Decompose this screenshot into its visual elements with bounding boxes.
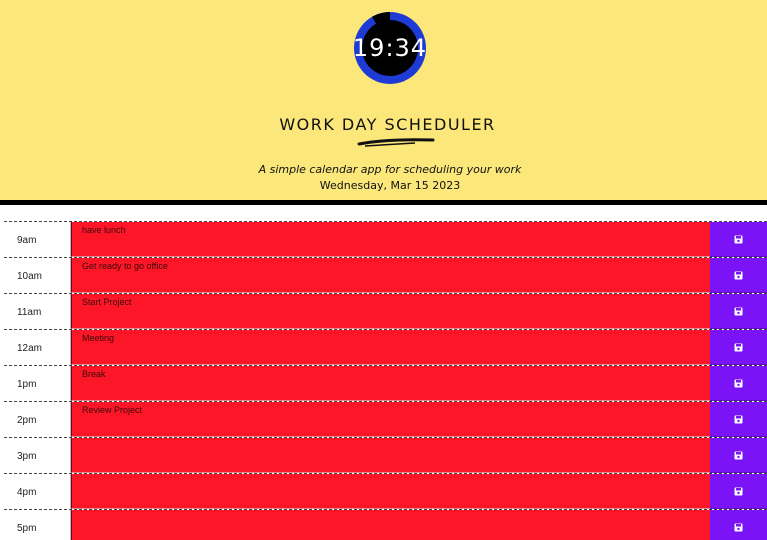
floppy-disk-icon bbox=[734, 343, 743, 351]
save-button[interactable] bbox=[710, 366, 767, 401]
hour-label: 4pm bbox=[4, 474, 71, 509]
floppy-disk-icon bbox=[734, 235, 743, 243]
scheduler: 9am have lunch 10am Get ready to go offi… bbox=[4, 221, 767, 540]
current-date: Wednesday, Mar 15 2023 bbox=[319, 179, 461, 192]
floppy-disk-icon bbox=[734, 415, 743, 423]
time-block: 12am Meeting bbox=[4, 329, 767, 365]
event-input[interactable] bbox=[71, 510, 710, 540]
time-block: 4pm bbox=[4, 473, 767, 509]
event-input[interactable]: Break bbox=[71, 366, 710, 401]
floppy-disk-icon bbox=[734, 451, 743, 459]
time-block: 10am Get ready to go office bbox=[4, 257, 767, 293]
save-button[interactable] bbox=[710, 402, 767, 437]
floppy-disk-icon bbox=[734, 271, 743, 279]
hour-label: 11am bbox=[4, 294, 71, 329]
time-block: 5pm bbox=[4, 509, 767, 540]
event-input[interactable]: Review Project bbox=[71, 402, 710, 437]
time-block: 11am Start Project bbox=[4, 293, 767, 329]
clock-time: 19:34 bbox=[352, 34, 428, 62]
save-button[interactable] bbox=[710, 330, 767, 365]
time-block: 1pm Break bbox=[4, 365, 767, 401]
save-button[interactable] bbox=[710, 258, 767, 293]
page-title: Work Day Scheduler bbox=[279, 115, 496, 134]
hour-label: 3pm bbox=[4, 438, 71, 473]
hour-label: 12am bbox=[4, 330, 71, 365]
hour-label: 5pm bbox=[4, 510, 71, 540]
save-button[interactable] bbox=[710, 222, 767, 257]
floppy-disk-icon bbox=[734, 307, 743, 315]
swoosh-underline-icon bbox=[357, 138, 435, 147]
event-input[interactable]: Start Project bbox=[71, 294, 710, 329]
time-block: 3pm bbox=[4, 437, 767, 473]
floppy-disk-icon bbox=[734, 379, 743, 387]
save-button[interactable] bbox=[710, 510, 767, 540]
header-divider bbox=[0, 200, 767, 205]
hour-label: 1pm bbox=[4, 366, 71, 401]
save-button[interactable] bbox=[710, 474, 767, 509]
time-block: 2pm Review Project bbox=[4, 401, 767, 437]
event-input[interactable] bbox=[71, 438, 710, 473]
save-button[interactable] bbox=[710, 438, 767, 473]
page-subtitle: A simple calendar app for scheduling you… bbox=[258, 163, 522, 176]
clock: 19:34 bbox=[322, 4, 458, 94]
floppy-disk-icon bbox=[734, 487, 743, 495]
event-input[interactable]: Meeting bbox=[71, 330, 710, 365]
event-input[interactable] bbox=[71, 474, 710, 509]
time-block: 9am have lunch bbox=[4, 221, 767, 257]
event-input[interactable]: have lunch bbox=[71, 222, 710, 257]
floppy-disk-icon bbox=[734, 523, 743, 531]
hour-label: 9am bbox=[4, 222, 71, 257]
hour-label: 2pm bbox=[4, 402, 71, 437]
event-input[interactable]: Get ready to go office bbox=[71, 258, 710, 293]
save-button[interactable] bbox=[710, 294, 767, 329]
hour-label: 10am bbox=[4, 258, 71, 293]
